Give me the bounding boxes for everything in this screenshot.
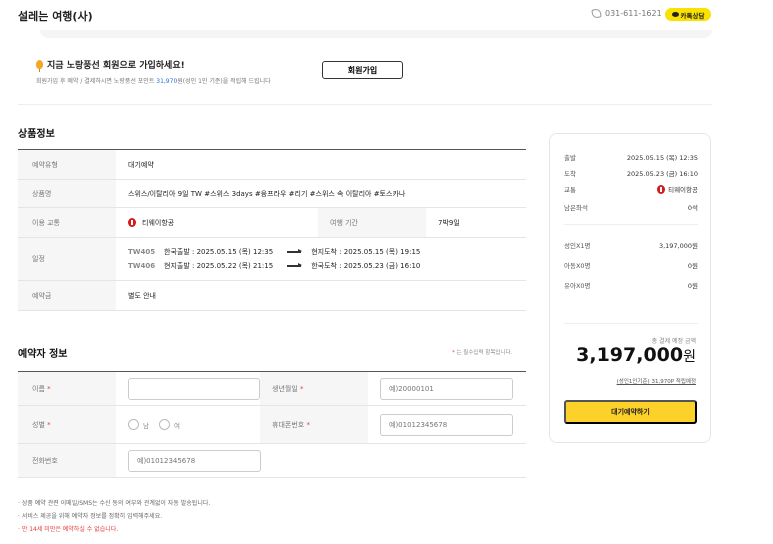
summary-arrive: 도착 2025.05.23 (금) 16:10 [564, 170, 698, 178]
notice-item: · 서비스 제공을 위해 예약자 정보를 정확히 입력해주세요. [18, 513, 163, 520]
schedule-line: TW405 한국출발 : 2025.05.15 (목) 12:35 현지도착 :… [128, 245, 420, 259]
depart-info: 현지출발 : 2025.05.22 (목) 21:15 [164, 262, 274, 270]
required-note-text: 는 필수입력 항목입니다. [456, 350, 513, 356]
summary-child: 아동X0명 0원 [564, 262, 698, 270]
chat-bubble-icon [671, 12, 679, 17]
name-field-cell [116, 372, 260, 405]
booking-summary-panel: 출발 2025.05.15 (목) 12:35 도착 2025.05.23 (금) … [549, 133, 711, 443]
depart-info: 한국출발 : 2025.05.15 (목) 12:35 [164, 248, 274, 256]
summary-seats: 남은좌석 0석 [564, 204, 698, 212]
mobile-input[interactable] [380, 413, 513, 436]
phone-text: 031-611-1621 [605, 9, 662, 18]
balloon-icon [36, 60, 43, 72]
deposit-value: 별도 안내 [128, 291, 156, 300]
female-label: 여 [173, 421, 180, 430]
summary-adult: 성인X1명 3,197,000원 [564, 242, 698, 250]
period-value: 7박9일 [438, 218, 460, 227]
deposit-label: 예약금 [18, 281, 116, 310]
product-name: 스위스/이탈리아 9일 TW #스위스 3days #융프라우 #리기 #스위스… [128, 189, 406, 198]
gender-field-label: 성별 * [18, 406, 116, 443]
brand-name: 설레는 여행(사) [18, 10, 93, 23]
transport-label: 이용 교통 [18, 208, 116, 237]
flight-code: TW405 [128, 248, 156, 256]
table-row: 성별 * 남 여 휴대폰번호 * [18, 406, 526, 444]
promo-title: 지금 노랑풍선 회원으로 가입하세요! [36, 58, 185, 72]
female-radio[interactable] [158, 419, 170, 430]
promo-point: 31,970 [156, 78, 178, 85]
kakao-label: 카톡상담 [680, 11, 705, 20]
product-table: 예약유형 대기예약 상품명 스위스/이탈리아 9일 TW #스위스 3days … [18, 149, 526, 311]
notice-list: · 상품 예약 관련 이메일/SMS는 수신 동의 여부와 관계없이 자동 발송… [18, 497, 210, 536]
product-section-title: 상품정보 [18, 129, 55, 140]
point-note: (성인1인기준) 31,970P 적립예정 [616, 379, 696, 385]
name-input[interactable] [128, 377, 260, 400]
name-label: 상품명 [18, 180, 116, 207]
header-shadow [40, 30, 712, 38]
male-label: 남 [143, 421, 149, 430]
summary-depart: 출발 2025.05.15 (목) 12:35 [564, 154, 698, 162]
birth-input[interactable] [380, 377, 513, 400]
booker-table: 이름 * 생년월일 * 성별 * 남 여 휴대폰번호 * 전화번호 [18, 371, 526, 478]
total-amount: 3,197,000원 [576, 344, 696, 366]
male-radio[interactable] [128, 419, 139, 430]
transport-value: 티웨이항공 [142, 218, 175, 227]
promo-desc-before: 회원가입 후 예약 / 결제하시면 노랑풍선 포인트 [36, 78, 157, 85]
table-row: 이름 * 생년월일 * [18, 372, 526, 406]
notice-item: · 상품 예약 관련 이메일/SMS는 수신 동의 여부와 관계없이 자동 발송… [18, 500, 211, 507]
booker-section-title: 예약자 정보 [18, 349, 68, 360]
type-value: 대기예약 [128, 160, 154, 169]
schedule-value: TW405 한국출발 : 2025.05.15 (목) 12:35 현지도착 :… [116, 238, 526, 280]
tel-input[interactable] [128, 449, 261, 472]
arrive-info: 한국도착 : 2025.05.23 (금) 16:10 [311, 262, 421, 270]
tel-field-label: 전화번호 [18, 444, 116, 477]
arrive-info: 현지도착 : 2025.05.15 (목) 19:15 [311, 248, 421, 256]
arrow-right-icon [287, 263, 303, 268]
flight-code: TW406 [128, 262, 156, 270]
birth-field-cell [368, 372, 526, 405]
summary-divider [564, 323, 698, 324]
table-row: 상품명 스위스/이탈리아 9일 TW #스위스 3days #융프라우 #리기 … [18, 180, 526, 208]
divider [18, 104, 712, 105]
tway-airline-logo-icon [128, 218, 136, 227]
birth-field-label: 생년월일 * [260, 372, 368, 405]
mobile-field-label: 휴대폰번호 * [260, 406, 368, 443]
period-label: 여행 기간 [318, 208, 426, 237]
table-row: 예약유형 대기예약 [18, 150, 526, 180]
top-bar: 설레는 여행(사) 031-611-1621 카톡상담 [0, 0, 773, 30]
schedule-label: 일정 [18, 238, 116, 280]
promo-desc-after: 원(성인 1인 기준)을 적립해 드립니다 [177, 78, 271, 85]
summary-infant: 유아X0명 0원 [564, 282, 698, 290]
summary-transport: 교통 티웨이항공 [564, 184, 698, 194]
mobile-field-cell [368, 406, 526, 443]
tway-airline-logo-icon [657, 184, 666, 194]
table-row: 일정 TW405 한국출발 : 2025.05.15 (목) 12:35 현지도… [18, 238, 526, 281]
tel-field-cell [116, 444, 526, 477]
name-field-label: 이름 * [18, 372, 116, 405]
phone-number[interactable]: 031-611-1621 [591, 8, 662, 19]
schedule-line: TW406 현지출발 : 2025.05.22 (목) 21:15 한국도착 :… [128, 259, 420, 273]
age-warning: · 만 14세 미만은 예약하실 수 없습니다. [18, 526, 119, 533]
phone-icon [591, 8, 602, 19]
promo-description: 회원가입 후 예약 / 결제하시면 노랑풍선 포인트 31,970원(성인 1인… [36, 76, 271, 85]
waitlist-reserve-button[interactable]: 대기예약하기 [564, 400, 697, 424]
required-note: * 는 필수입력 항목입니다. [452, 350, 513, 356]
promo-title-text: 지금 노랑풍선 회원으로 가입하세요! [47, 61, 185, 71]
table-row: 이용 교통 티웨이항공 여행 기간 7박9일 [18, 208, 526, 238]
type-label: 예약유형 [18, 150, 116, 179]
table-row: 예약금 별도 안내 [18, 281, 526, 311]
gender-field-cell: 남 여 [116, 406, 260, 443]
transport-value-cell: 티웨이항공 [116, 208, 318, 237]
arrow-right-icon [287, 249, 303, 254]
table-row: 전화번호 [18, 444, 526, 478]
join-button[interactable]: 회원가입 [322, 61, 403, 79]
summary-divider [564, 224, 698, 225]
kakao-consult-button[interactable]: 카톡상담 [665, 8, 711, 21]
